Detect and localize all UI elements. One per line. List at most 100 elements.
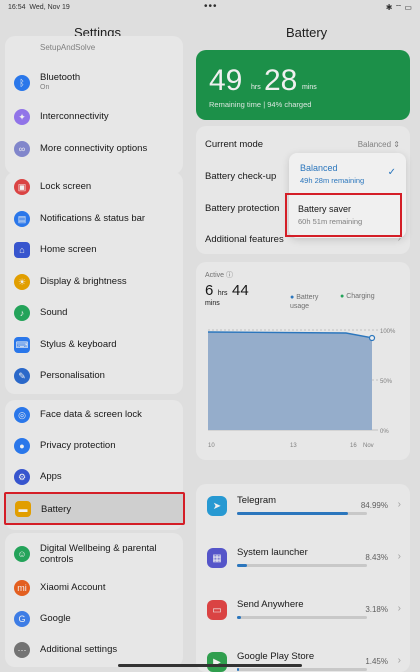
y-label-0: 0%	[380, 429, 389, 435]
usage-bar	[237, 668, 367, 671]
settings-item-lock-screen[interactable]: ▣ Lock screen	[5, 172, 183, 202]
battery-protection-row[interactable]: Battery protection	[205, 203, 279, 214]
battery-title: Battery	[286, 25, 328, 40]
settings-item-home-screen[interactable]: ⌂ Home screen	[5, 235, 183, 265]
app-usage-percent: 8.43%	[365, 553, 388, 562]
app-usage-percent: 3.18%	[365, 605, 388, 614]
y-label-100: 100%	[380, 329, 396, 335]
chevron-right-icon: ›	[397, 551, 401, 562]
usage-bar	[237, 512, 367, 515]
mode-option-balanced[interactable]: Balanced 49h 28m remaining ✓	[289, 153, 406, 191]
x-label-13: 13	[290, 443, 297, 449]
settings-item-google[interactable]: G Google	[5, 604, 183, 634]
active-label: Active ⓘ	[205, 272, 234, 279]
settings-item-display[interactable]: ☀ Display & brightness	[5, 267, 183, 297]
app-usage-row[interactable]: ▦ System launcher 8.43% ›	[196, 538, 410, 588]
x-label-nov: Nov	[363, 443, 374, 449]
mode-option-battery-saver[interactable]: Battery saver 60h 51m remaining	[285, 193, 402, 237]
settings-item-face-data[interactable]: ◎ Face data & screen lock	[5, 400, 183, 430]
battery-pane: Battery 49 hrs 28 mins Remaining time | …	[192, 0, 420, 672]
x-label-10: 10	[208, 443, 215, 449]
google-icon: G	[14, 611, 30, 627]
y-label-50: 50%	[380, 379, 393, 385]
app-usage-row[interactable]: ▭ Send Anywhere 3.18% ›	[196, 590, 410, 640]
mode-popup-menu: Balanced 49h 28m remaining ✓ Battery sav…	[285, 153, 406, 238]
send-anywhere-icon: ▭	[207, 600, 227, 620]
usage-end-point	[368, 334, 376, 342]
usage-bar-fill	[237, 512, 348, 515]
settings-item-apps[interactable]: ⚙ Apps	[5, 462, 183, 492]
settings-item-more-connectivity[interactable]: ∞ More connectivity options	[5, 134, 183, 164]
interconnectivity-icon: ✦	[14, 109, 30, 125]
settings-item-bluetooth[interactable]: ᛒ Bluetooth On	[5, 68, 183, 98]
settings-group-connectivity: SetupAndSolve ᛒ Bluetooth On ✦ Interconn…	[5, 36, 183, 174]
additional-settings-icon: ⋯	[14, 642, 30, 658]
usage-bar-fill	[237, 564, 248, 567]
stylus-icon: ⌨	[14, 337, 30, 353]
usage-bar	[237, 616, 367, 619]
display-icon: ☀	[14, 274, 30, 290]
settings-item-additional[interactable]: ⋯ Additional settings	[5, 635, 183, 665]
info-icon[interactable]: ⓘ	[226, 272, 233, 279]
active-time: 6 hrs 44 mins	[205, 282, 249, 307]
settings-item-stylus[interactable]: ⌨ Stylus & keyboard	[5, 330, 183, 360]
settings-item-wellbeing[interactable]: ☺ Digital Wellbeing & parental controls	[5, 539, 183, 571]
usage-bar-fill	[237, 668, 239, 671]
legend-charging: ● Charging	[340, 293, 375, 300]
current-mode-label: Current mode	[205, 139, 264, 150]
connectivity-icon: ∞	[14, 141, 30, 157]
setup-and-solve-item[interactable]: SetupAndSolve	[40, 43, 95, 52]
usage-bar	[237, 564, 367, 567]
settings-pane: Settings SetupAndSolve ᛒ Bluetooth On ✦ …	[0, 0, 192, 672]
face-icon: ◎	[14, 407, 30, 423]
lock-icon: ▣	[14, 179, 30, 195]
minutes-label: mins	[302, 84, 317, 91]
chevron-right-icon: ›	[397, 655, 401, 666]
chevron-updown-icon: ⇕	[393, 140, 400, 149]
additional-features-row[interactable]: Additional features	[205, 234, 284, 245]
app-name: System launcher	[237, 547, 308, 558]
home-indicator[interactable]	[118, 664, 302, 667]
settings-item-interconnectivity[interactable]: ✦ Interconnectivity	[5, 102, 183, 132]
telegram-icon: ➤	[207, 496, 227, 516]
settings-item-privacy[interactable]: ● Privacy protection	[5, 431, 183, 461]
privacy-icon: ●	[14, 438, 30, 454]
chevron-right-icon: ›	[397, 499, 401, 510]
settings-group-accounts: ☺ Digital Wellbeing & parental controls …	[5, 533, 183, 667]
sound-icon: ♪	[14, 305, 30, 321]
settings-item-personalisation[interactable]: ✎ Personalisation	[5, 361, 183, 391]
battery-remaining-card: 49 hrs 28 mins Remaining time | 94% char…	[196, 50, 410, 120]
app-usage-percent: 1.45%	[365, 657, 388, 666]
apps-icon: ⚙	[14, 469, 30, 485]
settings-item-xiaomi-account[interactable]: mi Xiaomi Account	[5, 573, 183, 603]
settings-item-notifications[interactable]: ▤ Notifications & status bar	[5, 204, 183, 234]
app-usage-row[interactable]: ➤ Telegram 84.99% ›	[196, 486, 410, 536]
bluetooth-icon: ᛒ	[14, 75, 30, 91]
settings-group-display: ▣ Lock screen ▤ Notifications & status b…	[5, 172, 183, 394]
settings-item-sound[interactable]: ♪ Sound	[5, 298, 183, 328]
battery-checkup-row[interactable]: Battery check-up	[205, 171, 276, 182]
legend-battery-usage: ● Battery usage	[290, 294, 319, 310]
xiaomi-icon: mi	[14, 580, 30, 596]
personalisation-icon: ✎	[14, 368, 30, 384]
wellbeing-icon: ☺	[14, 546, 30, 562]
hours-value: 49	[209, 64, 243, 97]
battery-usage-chart: 100% 50% 0% 10 13 16 Nov	[207, 329, 396, 449]
battery-usage-card: Active ⓘ 6 hrs 44 mins ● Battery usage ●…	[196, 262, 410, 460]
home-icon: ⌂	[14, 242, 30, 258]
app-name: Google Play Store	[237, 651, 315, 662]
app-name: Send Anywhere	[237, 599, 304, 610]
settings-item-battery[interactable]: ▬ Battery	[4, 492, 185, 525]
system-launcher-icon: ▦	[207, 548, 227, 568]
app-usage-row[interactable]: ▶ Google Play Store 1.45% ›	[196, 642, 410, 672]
chevron-right-icon: ›	[397, 603, 401, 614]
check-icon: ✓	[387, 167, 396, 178]
notifications-icon: ▤	[14, 211, 30, 227]
hours-label: hrs	[251, 84, 261, 91]
play-store-icon: ▶	[207, 652, 227, 672]
app-name: Telegram	[237, 495, 277, 506]
app-usage-percent: 84.99%	[360, 501, 388, 510]
minutes-value: 28	[264, 64, 298, 97]
usage-area	[208, 332, 372, 430]
current-mode-dropdown[interactable]: Balanced ⇕	[358, 140, 400, 149]
